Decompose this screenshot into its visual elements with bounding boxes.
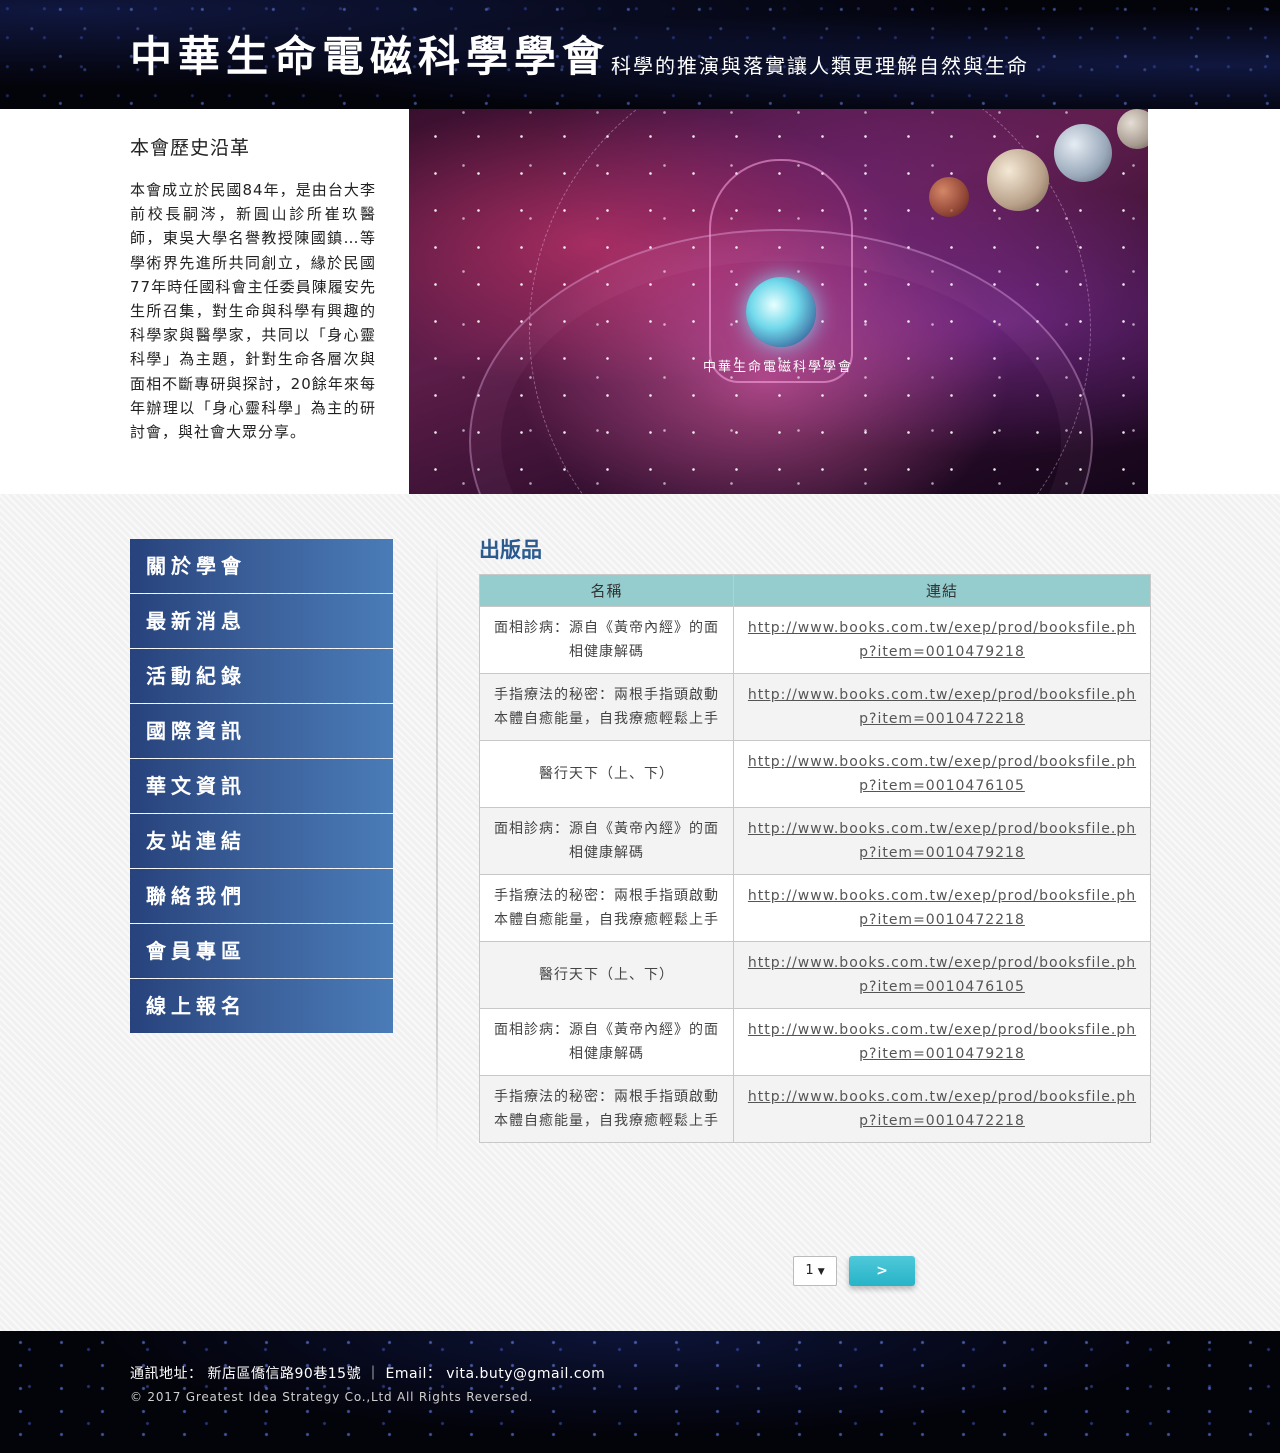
page-select-value: 1 [805, 1263, 814, 1278]
sidebar-item-about[interactable]: 關於學會 [130, 539, 393, 593]
next-page-button[interactable]: > [849, 1256, 915, 1286]
publication-name: 面相診病：源自《黃帝內經》的面相健康解碼 [479, 606, 734, 674]
publication-link[interactable]: http://www.books.com.tw/exep/prod/booksf… [748, 754, 1136, 794]
table-row: 醫行天下（上、下） http://www.books.com.tw/exep/p… [479, 740, 1151, 808]
footer-contact: 通訊地址： 新店區僑信路90巷15號 ｜ Email： vita.buty@gm… [130, 1363, 605, 1383]
publications-table: 名稱 連結 面相診病：源自《黃帝內經》的面相健康解碼 http://www.bo… [479, 574, 1151, 1143]
intro-title: 本會歷史沿革 [130, 137, 251, 159]
table-row: 面相診病：源自《黃帝內經》的面相健康解碼 http://www.books.co… [479, 1008, 1151, 1076]
publication-name: 手指療法的秘密：兩根手指頭啟動本體自癒能量，自我療癒輕鬆上手 [479, 673, 734, 741]
publication-link[interactable]: http://www.books.com.tw/exep/prod/booksf… [748, 1022, 1136, 1062]
sidebar-item-contact[interactable]: 聯絡我們 [130, 869, 393, 923]
publication-link[interactable]: http://www.books.com.tw/exep/prod/booksf… [748, 888, 1136, 928]
column-header-name: 名稱 [479, 574, 734, 607]
planet-icon [929, 177, 969, 217]
table-row: 面相診病：源自《黃帝內經》的面相健康解碼 http://www.books.co… [479, 807, 1151, 875]
sidebar-item-members[interactable]: 會員專區 [130, 924, 393, 978]
table-row: 手指療法的秘密：兩根手指頭啟動本體自癒能量，自我療癒輕鬆上手 http://ww… [479, 1075, 1151, 1143]
hero-meditating-figure [709, 159, 853, 383]
publication-link[interactable]: http://www.books.com.tw/exep/prod/booksf… [748, 687, 1136, 727]
publication-link[interactable]: http://www.books.com.tw/exep/prod/booksf… [748, 1089, 1136, 1129]
publication-name: 面相診病：源自《黃帝內經》的面相健康解碼 [479, 1008, 734, 1076]
publication-name: 手指療法的秘密：兩根手指頭啟動本體自癒能量，自我療癒輕鬆上手 [479, 874, 734, 942]
sidebar-item-registration[interactable]: 線上報名 [130, 979, 393, 1033]
site-title[interactable]: 中華生命電磁科學學會 [130, 30, 610, 84]
publication-name: 面相診病：源自《黃帝內經》的面相健康解碼 [479, 807, 734, 875]
chevron-down-icon: ▼ [817, 1267, 825, 1277]
page-title: 出版品 [479, 537, 542, 562]
sidebar-item-chinese-info[interactable]: 華文資訊 [130, 759, 393, 813]
footer-separator: ｜ [366, 1366, 381, 1382]
footer-address: 新店區僑信路90巷15號 [207, 1366, 362, 1382]
hero-banner-image: 中華生命電磁科學學會 [409, 109, 1148, 494]
planet-icon [987, 149, 1049, 211]
publication-name: 醫行天下（上、下） [479, 941, 734, 1009]
sidebar-item-international[interactable]: 國際資訊 [130, 704, 393, 758]
table-row: 手指療法的秘密：兩根手指頭啟動本體自癒能量，自我療癒輕鬆上手 http://ww… [479, 673, 1151, 741]
table-row: 手指療法的秘密：兩根手指頭啟動本體自癒能量，自我療癒輕鬆上手 http://ww… [479, 874, 1151, 942]
footer-copyright: © 2017 Greatest Idea Strategy Co.,Ltd Al… [130, 1390, 534, 1404]
page-select[interactable]: 1 ▼ [793, 1256, 837, 1286]
hero-caption: 中華生命電磁科學學會 [703, 360, 854, 375]
footer-address-label: 通訊地址： [130, 1366, 203, 1382]
table-row: 醫行天下（上、下） http://www.books.com.tw/exep/p… [479, 941, 1151, 1009]
sidebar-item-links[interactable]: 友站連結 [130, 814, 393, 868]
column-header-link: 連結 [733, 574, 1151, 607]
publication-link[interactable]: http://www.books.com.tw/exep/prod/booksf… [748, 620, 1136, 660]
publication-name: 醫行天下（上、下） [479, 740, 734, 808]
sidebar-item-news[interactable]: 最新消息 [130, 594, 393, 648]
publication-name: 手指療法的秘密：兩根手指頭啟動本體自癒能量，自我療癒輕鬆上手 [479, 1075, 734, 1143]
footer-email-label: Email： [385, 1366, 442, 1382]
publication-link[interactable]: http://www.books.com.tw/exep/prod/booksf… [748, 821, 1136, 861]
column-divider [436, 539, 438, 1159]
site-header: 中華生命電磁科學學會 科學的推演與落實讓人類更理解自然與生命 [0, 0, 1280, 109]
intro-text: 本會成立於民國84年，是由台大李前校長嗣涔，新圓山診所崔玖醫師，東吳大學名譽教授… [130, 181, 376, 442]
publication-link[interactable]: http://www.books.com.tw/exep/prod/booksf… [748, 955, 1136, 995]
sidebar-item-events[interactable]: 活動紀錄 [130, 649, 393, 703]
table-row: 面相診病：源自《黃帝內經》的面相健康解碼 http://www.books.co… [479, 606, 1151, 674]
footer-email[interactable]: vita.buty@gmail.com [446, 1366, 605, 1382]
site-tagline: 科學的推演與落實讓人類更理解自然與生命 [611, 54, 1029, 78]
planet-icon [1054, 124, 1112, 182]
table-header-row: 名稱 連結 [479, 574, 1151, 607]
hero-energy-orb [746, 277, 816, 347]
sidebar-nav: 關於學會 最新消息 活動紀錄 國際資訊 華文資訊 友站連結 聯絡我們 會員專區 … [130, 539, 393, 1034]
